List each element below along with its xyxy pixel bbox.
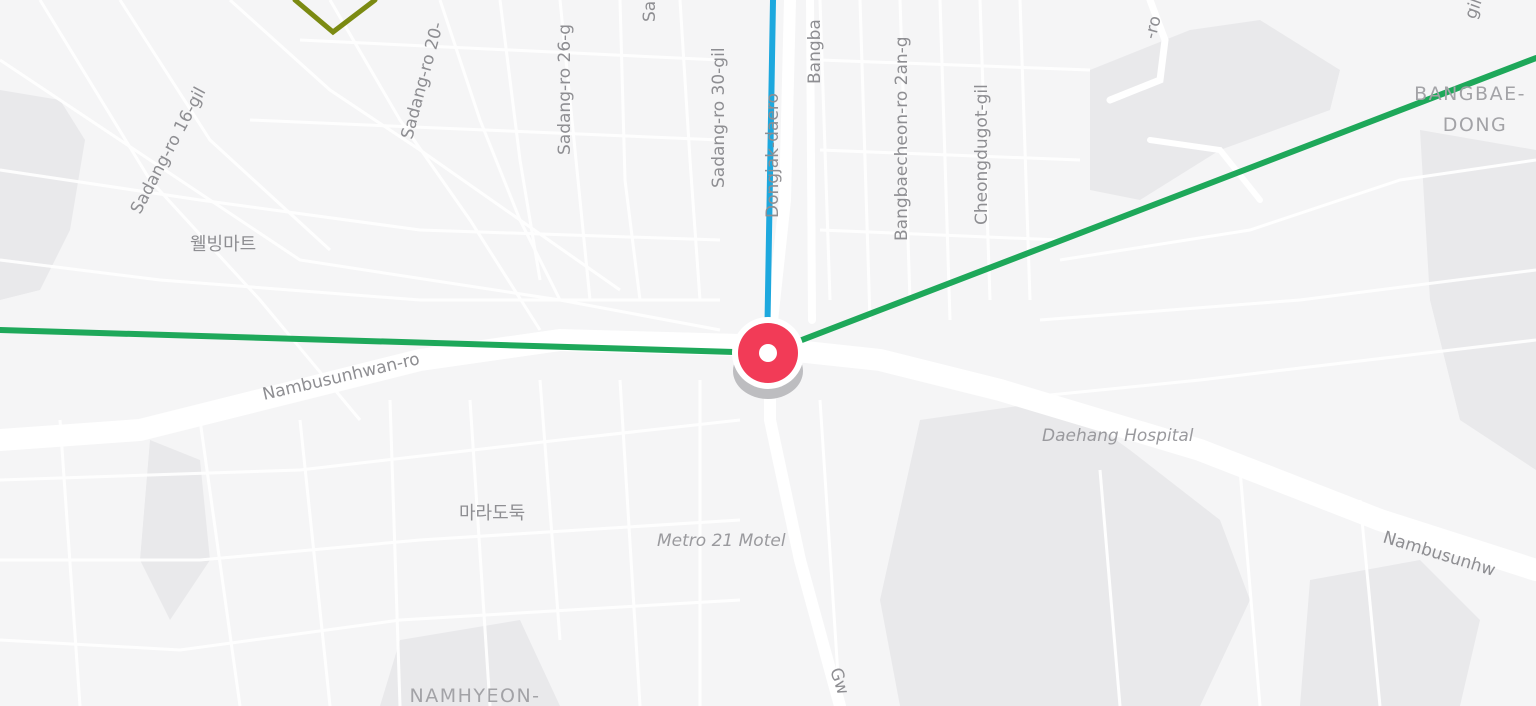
poi-label-daehang-hospital[interactable]: Daehang Hospital bbox=[1042, 426, 1194, 446]
road-label-cheongdugot: Cheongdugot-gil bbox=[972, 84, 992, 225]
route-olive bbox=[292, 0, 378, 36]
road-label-sadang-30: Sadang-ro 30-gil bbox=[709, 47, 729, 188]
location-pin-icon[interactable] bbox=[732, 317, 804, 399]
map-canvas[interactable]: BANGBAE- DONG NAMHYEON- Sadang-ro 16-gil… bbox=[0, 0, 1536, 706]
poi-label-metro-21-motel[interactable]: Metro 21 Motel bbox=[657, 531, 786, 551]
road-label-bangba: Bangba bbox=[805, 19, 825, 84]
road-label-gil-top: gil bbox=[1461, 0, 1487, 22]
road-label-sadang-20: Sadang-ro 20- bbox=[398, 20, 448, 141]
road-label-sadang-16: Sadang-ro 16-gil bbox=[127, 84, 211, 217]
poi-label-wellbeing-mart[interactable]: 웰빙마트 bbox=[190, 234, 256, 255]
road-label-gw: Gw bbox=[825, 665, 852, 697]
poi-label-marado[interactable]: 마라도둑 bbox=[459, 503, 525, 524]
road-label-bangbaecheon: Bangbaecheon-ro 2an-g bbox=[892, 36, 912, 241]
district-label-bangbae: BANGBAE- bbox=[1414, 83, 1526, 105]
map-view[interactable]: BANGBAE- DONG NAMHYEON- Sadang-ro 16-gil… bbox=[0, 0, 1536, 706]
road-label-sadang-sa: Sa bbox=[640, 1, 660, 22]
district-label-bangbae-dong: DONG bbox=[1443, 114, 1508, 136]
district-label-namhyeon: NAMHYEON- bbox=[409, 685, 540, 706]
road-label-dongjak: Dongjak-daero bbox=[763, 93, 783, 218]
road-label-sadang-26: Sadang-ro 26-g bbox=[555, 24, 575, 155]
